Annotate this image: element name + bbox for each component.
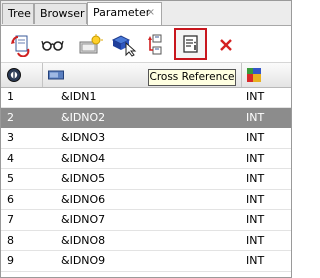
- row-name: &IDNO7: [61, 213, 106, 226]
- row-id: 2: [7, 110, 14, 124]
- row-type: INT: [246, 131, 265, 144]
- cross-reference-icon: [183, 35, 198, 53]
- parameter-table-body: 1 &IDN1 INT 2 &IDNO2 INT 3 &IDNO3 INT 4 …: [1, 87, 291, 272]
- row-id: 9: [7, 254, 14, 267]
- name-field-icon: [48, 70, 64, 80]
- glasses-icon: [41, 40, 64, 51]
- table-row[interactable]: 7 &IDNO7 INT: [1, 210, 291, 231]
- row-id: 6: [7, 192, 14, 206]
- row-type: INT: [246, 172, 265, 185]
- row-id: 4: [7, 151, 14, 165]
- row-type: INT: [246, 151, 265, 165]
- table-row[interactable]: 8 &IDNO8 INT: [1, 231, 291, 251]
- table-row[interactable]: 5 &IDNO5 INT: [1, 169, 291, 190]
- row-name: &IDNO9: [61, 254, 106, 267]
- tab-parameter-label: Parameter: [93, 6, 151, 19]
- row-name: &IDN1: [61, 90, 97, 103]
- toolbar: [1, 26, 291, 62]
- delete-button[interactable]: [215, 33, 239, 55]
- delete-icon: [220, 39, 232, 51]
- row-id: 3: [7, 131, 14, 144]
- id-column-header[interactable]: [1, 63, 43, 87]
- row-type: INT: [246, 110, 265, 124]
- view-button[interactable]: [41, 33, 65, 55]
- refresh-button[interactable]: [9, 33, 33, 57]
- cross-reference-tooltip: Cross Reference: [148, 69, 236, 86]
- tab-tree[interactable]: Tree: [2, 3, 34, 24]
- row-type: INT: [246, 233, 265, 247]
- row-id: 8: [7, 233, 14, 247]
- tree-button[interactable]: [145, 33, 169, 55]
- row-type: INT: [246, 213, 265, 226]
- type-icon: [247, 68, 261, 82]
- tab-parameter[interactable]: Parameter ×: [87, 2, 162, 25]
- tab-tree-label: Tree: [8, 7, 31, 20]
- row-name: &IDNO4: [61, 151, 106, 165]
- row-name: &IDNO2: [61, 110, 106, 124]
- row-type: INT: [246, 192, 265, 206]
- table-row[interactable]: 4 &IDNO4 INT: [1, 149, 291, 169]
- refresh-icon: [11, 35, 30, 57]
- table-row[interactable]: 3 &IDNO3 INT: [1, 128, 291, 149]
- row-type: INT: [246, 254, 265, 267]
- select-icon: [111, 35, 137, 57]
- row-name: &IDNO8: [61, 233, 106, 247]
- new-parameter-icon: [79, 34, 103, 54]
- row-id: 5: [7, 172, 14, 185]
- row-id: 1: [7, 90, 14, 103]
- new-parameter-button[interactable]: [77, 33, 103, 55]
- tree-icon: [148, 34, 162, 55]
- table-row[interactable]: 1 &IDN1 INT: [1, 87, 291, 108]
- tab-browser-label: Browser: [40, 7, 85, 20]
- tab-close-icon[interactable]: ×: [147, 3, 155, 22]
- cross-reference-button[interactable]: [174, 28, 207, 60]
- table-row[interactable]: 6 &IDNO6 INT: [1, 190, 291, 210]
- row-name: &IDNO6: [61, 192, 106, 206]
- tab-bar: Tree Browser Parameter ×: [1, 1, 291, 26]
- row-id: 7: [7, 213, 14, 226]
- table-header: [1, 62, 291, 88]
- row-type: INT: [246, 90, 265, 103]
- row-name: &IDNO3: [61, 131, 106, 144]
- parameter-panel: Tree Browser Parameter × 1 &IDN1 INT 2 &…: [0, 0, 292, 278]
- id-icon: [7, 68, 21, 82]
- tab-browser[interactable]: Browser: [34, 3, 87, 24]
- type-column-header[interactable]: [242, 63, 291, 87]
- table-row[interactable]: 9 &IDNO9 INT: [1, 251, 291, 272]
- select-button[interactable]: [111, 33, 137, 57]
- row-name: &IDNO5: [61, 172, 106, 185]
- table-row-selected[interactable]: 2 &IDNO2 INT: [1, 107, 291, 128]
